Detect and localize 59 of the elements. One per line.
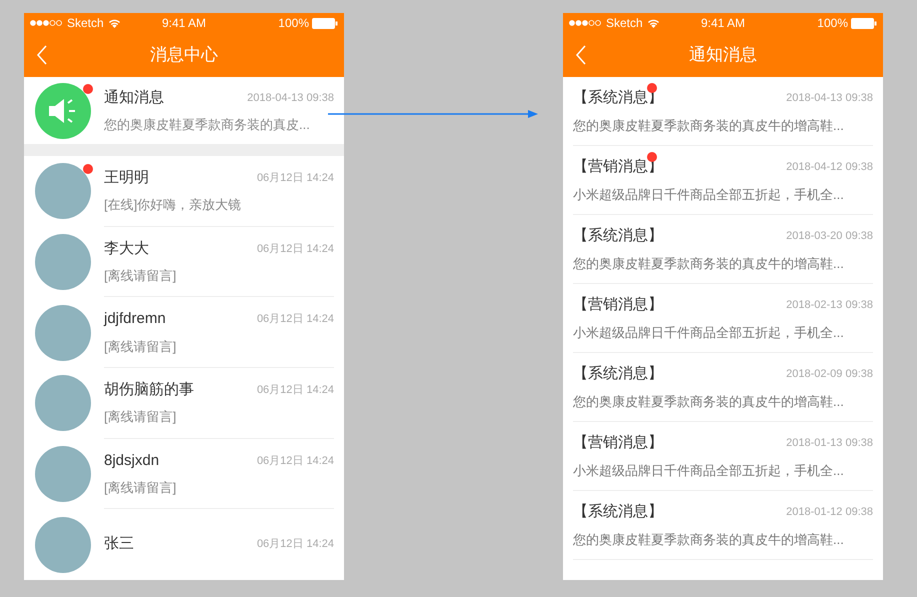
- battery-label: 100%: [278, 15, 309, 32]
- notification-item[interactable]: 【系统消息】 2018-03-20 09:38 您的奥康皮鞋夏季款商务装的真皮牛的增高鞋...: [573, 215, 873, 284]
- message-preview: [在线]你好嗨，亲放大镜: [104, 196, 242, 214]
- message-time: 06月12日 14:24: [256, 242, 334, 256]
- notification-category: 【系统消息】: [573, 365, 663, 382]
- message-time: 06月12日 14:24: [256, 454, 334, 469]
- notification-time: 2018-01-13 09:38: [786, 436, 873, 451]
- message-time: 06月12日 14:24: [256, 170, 334, 186]
- notification-time: 2018-03-20 09:38: [786, 229, 873, 244]
- notification-preview: 小米超级品牌日千件商品全部五折起，手机全...: [573, 324, 845, 342]
- notification-time: 2018-01-12 09:38: [786, 505, 873, 520]
- battery-icon: [851, 18, 877, 28]
- notification-preview: 小米超级品牌日千件商品全部五折起，手机全...: [573, 186, 845, 204]
- signal-icon: [569, 20, 602, 26]
- battery-icon: [312, 18, 338, 28]
- notification-time: 2018-02-13 09:38: [786, 298, 873, 313]
- screen-title: 通知消息: [689, 44, 757, 66]
- speaker-icon: [48, 96, 78, 124]
- notification-preview: 您的奥康皮鞋夏季款商务装的真皮牛的增高鞋...: [573, 117, 845, 136]
- message-preview: [离线请留言]: [104, 479, 178, 498]
- message-time: 06月12日 14:24: [256, 312, 334, 328]
- contact-name: 胡伤脑筋的事: [104, 380, 194, 400]
- message-preview: 您的奥康皮鞋夏季款商务装的真皮...: [104, 116, 311, 134]
- notification-item[interactable]: 【营销消息】 2018-02-13 09:38 小米超级品牌日千件商品全部五折起，手机全...: [573, 284, 873, 353]
- clock-label: 9:41 AM: [700, 15, 746, 32]
- screen-title: 消息中心: [150, 44, 218, 66]
- notification-category: 【系统消息】: [573, 503, 663, 520]
- carrier-label: Sketch: [67, 15, 104, 32]
- notification-category: 【营销消息】: [573, 296, 663, 314]
- message-preview: [离线请留言]: [104, 267, 178, 285]
- contact-name: jdjfdremn: [104, 309, 166, 330]
- notification-preview: 您的奥康皮鞋夏季款商务装的真皮牛的增高鞋...: [573, 255, 845, 274]
- notification-category: 【系统消息】: [573, 227, 663, 244]
- notification-preview: 您的奥康皮鞋夏季款商务装的真皮牛的增高鞋...: [573, 531, 845, 550]
- message-time: 06月12日 14:24: [256, 382, 334, 398]
- notification-time: 2018-02-09 09:38: [786, 367, 873, 382]
- carrier-label: Sketch: [606, 15, 643, 32]
- notification-item[interactable]: 【系统消息】 2018-02-09 09:38 您的奥康皮鞋夏季款商务装的真皮牛的增高鞋...: [573, 353, 873, 422]
- notification-preview: 小米超级品牌日千件商品全部五折起，手机全...: [573, 462, 845, 480]
- contact-name: 王明明: [104, 168, 149, 188]
- notification-time: 2018-04-12 09:38: [786, 160, 873, 175]
- contact-name: 通知消息: [104, 88, 164, 108]
- message-preview: [离线请留言]: [104, 338, 178, 356]
- contact-name: 李大大: [104, 238, 149, 258]
- clock-label: 9:41 AM: [162, 15, 206, 32]
- signal-icon: [30, 20, 63, 26]
- contact-name: 8jdsjxdn: [104, 450, 160, 471]
- notification-category: 【营销消息】: [573, 434, 663, 452]
- notification-time: 2018-04-13 09:38: [786, 91, 873, 106]
- contact-name: 张三: [104, 534, 134, 554]
- notification-item[interactable]: 【营销消息】 2018-01-13 09:38 小米超级品牌日千件商品全部五折起，手机全...: [573, 422, 873, 491]
- message-time: 2018-04-13 09:38: [247, 90, 334, 106]
- wifi-icon: [646, 18, 660, 28]
- message-time: 06月12日 14:24: [256, 537, 334, 552]
- battery-label: 100%: [817, 15, 848, 32]
- notification-preview: 您的奥康皮鞋夏季款商务装的真皮牛的增高鞋...: [573, 393, 845, 412]
- wifi-icon: [108, 18, 121, 28]
- message-preview: [离线请留言]: [104, 408, 178, 426]
- notification-item[interactable]: 【系统消息】 2018-01-12 09:38 您的奥康皮鞋夏季款商务装的真皮牛的增高鞋...: [573, 491, 873, 560]
